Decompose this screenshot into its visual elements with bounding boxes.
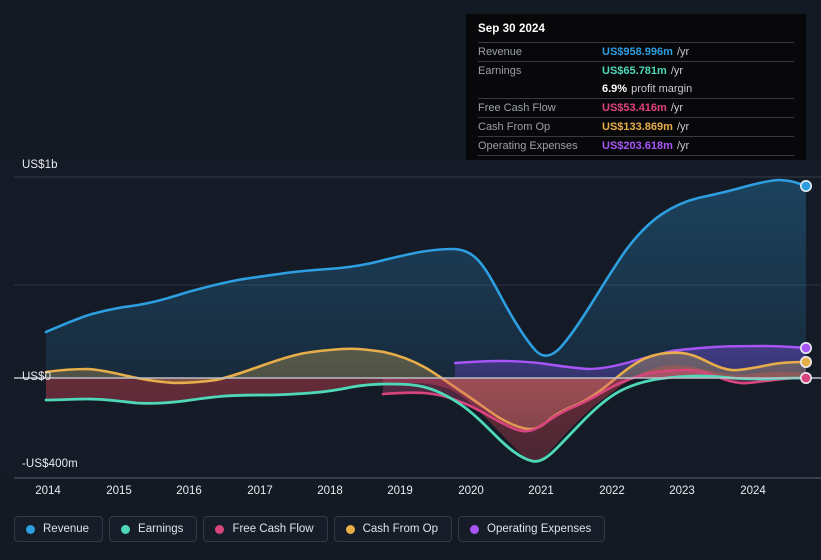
legend-label-revenue: Revenue: [43, 523, 90, 535]
tooltip-value-free-cash-flow: US$53.416m: [602, 102, 667, 114]
legend-item-free-cash-flow[interactable]: Free Cash Flow: [203, 516, 328, 542]
legend-dot-free-cash-flow-icon: [215, 524, 225, 534]
legend-item-cash-from-op[interactable]: Cash From Op: [333, 516, 453, 542]
legend-item-operating-expenses[interactable]: Operating Expenses: [458, 516, 606, 542]
x-axis-label-2022: 2022: [599, 485, 625, 497]
revenue-endpoint-marker: [799, 180, 812, 193]
legend-label-cash-from-op: Cash From Op: [362, 523, 439, 535]
x-axis-label-2019: 2019: [387, 485, 413, 497]
tooltip-label-earnings: Earnings: [478, 65, 522, 77]
chart-legend: Revenue Earnings Free Cash Flow Cash Fro…: [14, 516, 606, 542]
legend-dot-revenue-icon: [26, 524, 35, 534]
legend-label-earnings: Earnings: [138, 523, 184, 535]
tooltip-row-revenue: Revenue US$958.996m /yr: [478, 42, 794, 61]
x-axis-label-2020: 2020: [458, 485, 484, 497]
legend-label-operating-expenses: Operating Expenses: [487, 523, 592, 535]
legend-dot-earnings-icon: [121, 524, 131, 534]
x-axis-label-2024: 2024: [740, 485, 766, 497]
legend-item-revenue[interactable]: Revenue: [14, 516, 104, 542]
x-axis-label-2016: 2016: [176, 485, 202, 497]
x-axis-label-2021: 2021: [528, 485, 554, 497]
tooltip-label-operating-expenses: Operating Expenses: [478, 140, 578, 152]
legend-dot-operating-expenses-icon: [470, 524, 480, 534]
tooltip-unit-free-cash-flow: /yr: [670, 102, 684, 114]
cash-from-op-endpoint-marker: [799, 355, 812, 368]
x-axis-label-2014: 2014: [35, 485, 61, 497]
free-cash-flow-endpoint-marker: [799, 371, 812, 384]
x-axis-label-2015: 2015: [106, 485, 132, 497]
legend-item-earnings[interactable]: Earnings: [109, 516, 198, 542]
y-axis-label-zero: US$0: [22, 371, 52, 383]
tooltip-row-profit-margin: 6.9% profit margin: [478, 80, 794, 98]
x-axis-label-2023: 2023: [669, 485, 695, 497]
tooltip-row-operating-expenses: Operating Expenses US$203.618m /yr: [478, 136, 794, 156]
chart-tooltip: Sep 30 2024 Revenue US$958.996m /yr Earn…: [466, 14, 806, 160]
tooltip-row-free-cash-flow: Free Cash Flow US$53.416m /yr: [478, 98, 794, 117]
tooltip-row-cash-from-op: Cash From Op US$133.869m /yr: [478, 117, 794, 136]
tooltip-label-free-cash-flow: Free Cash Flow: [478, 102, 556, 114]
tooltip-value-operating-expenses: US$203.618m: [602, 140, 673, 152]
tooltip-date: Sep 30 2024: [478, 23, 545, 35]
tooltip-value-earnings: US$65.781m: [602, 65, 667, 77]
tooltip-unit-revenue: /yr: [676, 46, 690, 58]
legend-label-free-cash-flow: Free Cash Flow: [232, 523, 314, 535]
tooltip-value-cash-from-op: US$133.869m: [602, 121, 673, 133]
tooltip-value-revenue: US$958.996m: [602, 46, 673, 58]
tooltip-label-cash-from-op: Cash From Op: [478, 121, 551, 133]
tooltip-value-profit-margin: 6.9%: [602, 83, 628, 95]
x-axis-label-2018: 2018: [317, 485, 343, 497]
x-axis-label-2017: 2017: [247, 485, 273, 497]
y-axis-label-bottom: -US$400m: [22, 458, 78, 470]
tooltip-label-revenue: Revenue: [478, 46, 523, 58]
tooltip-unit-profit-margin: profit margin: [631, 83, 693, 95]
tooltip-unit-cash-from-op: /yr: [676, 121, 690, 133]
financial-performance-chart: US$1b US$0 -US$400m 2014 2015 2016 2017 …: [0, 0, 821, 560]
operating-expenses-endpoint-marker: [799, 341, 812, 354]
tooltip-unit-earnings: /yr: [670, 65, 684, 77]
legend-dot-cash-from-op-icon: [345, 524, 355, 534]
tooltip-row-earnings: Earnings US$65.781m /yr: [478, 61, 794, 80]
tooltip-unit-operating-expenses: /yr: [676, 140, 690, 152]
y-axis-label-top: US$1b: [22, 159, 58, 171]
